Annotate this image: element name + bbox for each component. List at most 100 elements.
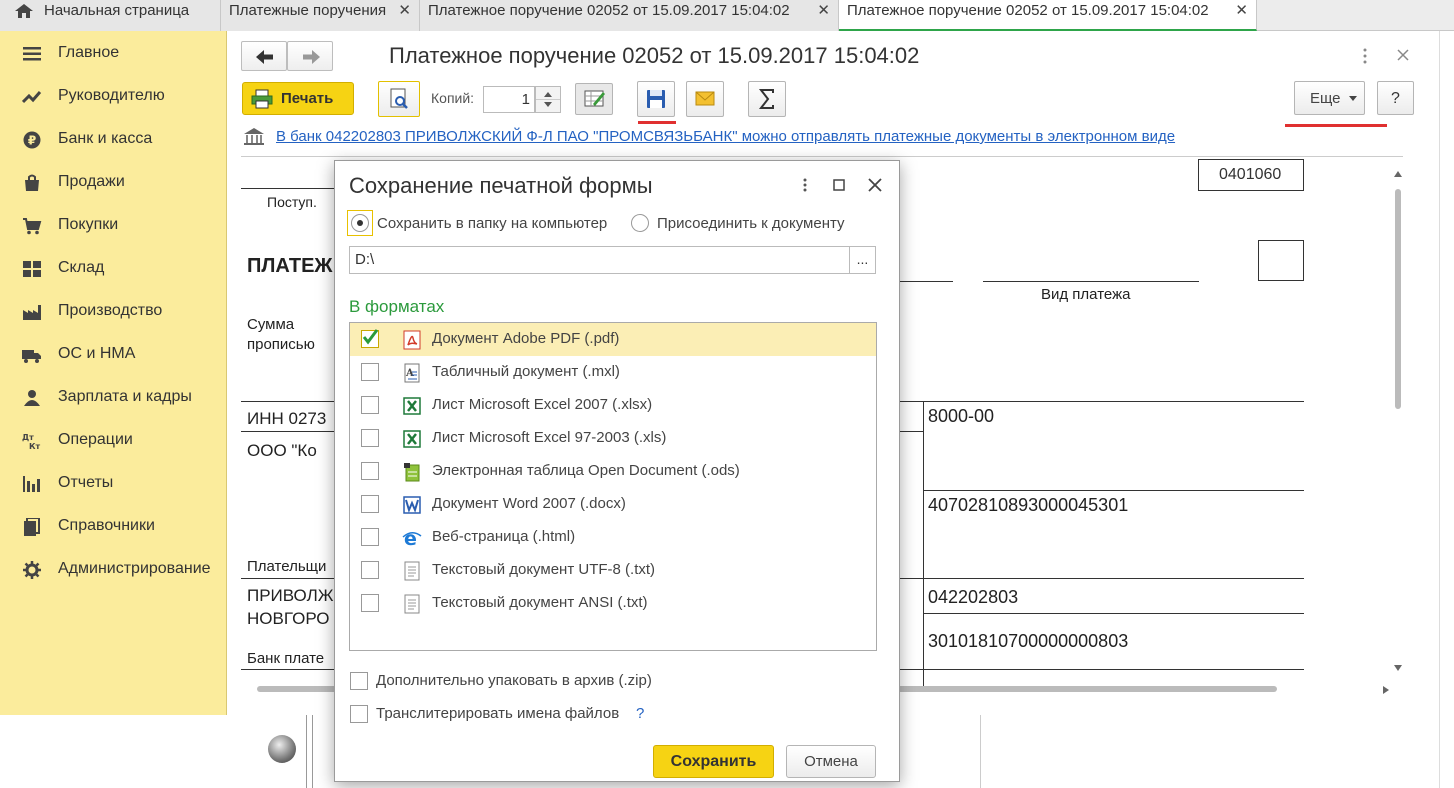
save-folder-label: Сохранить в папку на компьютер <box>377 215 608 232</box>
format-row-mxl[interactable]: A Табличный документ (.mxl) <box>350 356 876 389</box>
sidebar-item-operations[interactable]: Дт Кт Операции <box>0 426 227 456</box>
highlight-underline <box>638 121 676 124</box>
save-folder-radio[interactable] <box>351 214 369 232</box>
close-icon[interactable]: ✕ <box>817 0 830 22</box>
format-checkbox[interactable] <box>361 462 379 480</box>
sidebar-item-catalogs[interactable]: Справочники <box>0 512 227 542</box>
close-icon[interactable] <box>866 176 884 194</box>
maximize-icon[interactable] <box>830 176 848 194</box>
format-checkbox[interactable] <box>361 561 379 579</box>
formats-list: Документ Adobe PDF (.pdf) A Табличный до… <box>349 322 877 651</box>
edit-button[interactable] <box>575 83 613 115</box>
sidebar-item-label: Справочники <box>58 517 155 534</box>
background-panel <box>1439 31 1454 788</box>
help-button[interactable]: ? <box>1377 81 1414 115</box>
save-to-file-button[interactable] <box>637 81 675 117</box>
copies-label: Копий: <box>431 90 475 106</box>
more-vertical-icon[interactable] <box>796 176 814 194</box>
sidebar-item-label: Склад <box>58 259 105 276</box>
scroll-thumb[interactable] <box>1395 189 1401 409</box>
format-row-docx[interactable]: Документ Word 2007 (.docx) <box>350 488 876 521</box>
truck-icon <box>22 350 41 363</box>
bank-electronic-link[interactable]: В банк 042202803 ПРИВОЛЖСКИЙ Ф-Л ПАО "ПР… <box>276 128 1175 145</box>
zip-label: Дополнительно упаковать в архив (.zip) <box>376 672 652 689</box>
amount-value: 8000-00 <box>928 406 995 426</box>
more-button[interactable]: Еще <box>1294 81 1365 115</box>
browse-button[interactable]: ... <box>849 246 876 274</box>
send-email-button[interactable] <box>686 81 724 117</box>
format-checkbox[interactable] <box>361 363 379 381</box>
cancel-button[interactable]: Отмена <box>786 745 876 778</box>
sidebar-item-sales[interactable]: Продажи <box>0 168 227 198</box>
scroll-up-icon <box>1394 171 1402 177</box>
payer-inn: ИНН 0273 <box>247 409 327 428</box>
sidebar-item-admin[interactable]: Администрирование <box>0 555 227 585</box>
home-icon <box>15 4 33 18</box>
sidebar-item-bank[interactable]: ₽ Банк и касса <box>0 125 227 155</box>
tab-payment-orders[interactable]: Платежные поручения ✕ <box>221 0 420 31</box>
tab-payment-order-active[interactable]: Платежное поручение 02052 от 15.09.2017 … <box>839 0 1257 31</box>
divider <box>312 715 313 788</box>
format-row-xlsx[interactable]: Лист Microsoft Excel 2007 (.xlsx) <box>350 389 876 422</box>
print-button[interactable]: Печать <box>242 82 354 115</box>
tab-payment-order-1[interactable]: Платежное поручение 02052 от 15.09.2017 … <box>420 0 839 31</box>
payer-label: Плательщи <box>247 558 327 575</box>
back-button[interactable] <box>241 41 287 71</box>
copies-stepper[interactable] <box>535 86 561 113</box>
close-icon[interactable]: ✕ <box>1235 0 1248 22</box>
zip-checkbox[interactable] <box>350 672 368 690</box>
translit-checkbox[interactable] <box>350 705 368 723</box>
forward-button[interactable] <box>287 41 333 71</box>
sidebar-item-production[interactable]: Производство <box>0 297 227 327</box>
preview-icon <box>390 88 408 109</box>
bik-value: 042202803 <box>928 587 1019 607</box>
divider <box>923 490 1304 491</box>
bank-name-2: НОВГОРО <box>247 609 330 628</box>
preview-button[interactable] <box>378 81 420 117</box>
highlight-underline <box>1285 124 1387 127</box>
sidebar-item-manager[interactable]: Руководителю <box>0 82 227 112</box>
format-checkbox[interactable] <box>361 594 379 612</box>
sum-button[interactable] <box>748 81 786 117</box>
format-row-txt-ansi[interactable]: Текстовый документ ANSI (.txt) <box>350 587 876 620</box>
copies-field[interactable]: 1 <box>483 86 535 113</box>
tab-home[interactable]: Начальная страница <box>0 0 221 31</box>
format-row-html[interactable]: e Веб-страница (.html) <box>350 521 876 554</box>
sidebar-item-label: Производство <box>58 302 163 319</box>
copies-value: 1 <box>521 91 530 108</box>
format-row-pdf[interactable]: Документ Adobe PDF (.pdf) <box>350 323 876 356</box>
sidebar-item-assets[interactable]: ОС и НМА <box>0 340 227 370</box>
sidebar-item-label: ОС и НМА <box>58 345 136 362</box>
format-row-xls[interactable]: Лист Microsoft Excel 97-2003 (.xls) <box>350 422 876 455</box>
save-button[interactable]: Сохранить <box>653 745 774 778</box>
attach-radio[interactable] <box>631 214 649 232</box>
more-vertical-icon[interactable] <box>1362 48 1368 64</box>
format-checkbox[interactable] <box>361 429 379 447</box>
sidebar-item-purchases[interactable]: Покупки <box>0 211 227 241</box>
close-icon[interactable]: ✕ <box>398 0 411 22</box>
sidebar-item-reports[interactable]: Отчеты <box>0 469 227 499</box>
format-row-txt-utf8[interactable]: Текстовый документ UTF-8 (.txt) <box>350 554 876 587</box>
excel-icon <box>403 430 421 448</box>
format-checkbox[interactable] <box>361 495 379 513</box>
form-code: 0401060 <box>1219 166 1282 183</box>
format-row-ods[interactable]: Электронная таблица Open Document (.ods) <box>350 455 876 488</box>
checkmark-icon <box>362 329 379 345</box>
format-label: Электронная таблица Open Document (.ods) <box>432 462 740 479</box>
svg-text:₽: ₽ <box>28 134 36 148</box>
folder-path-field[interactable]: D:\ <box>349 246 850 274</box>
sidebar-item-main[interactable]: Главное <box>0 39 227 69</box>
close-icon[interactable] <box>1397 49 1409 61</box>
format-checkbox[interactable] <box>361 396 379 414</box>
factory-icon <box>23 305 41 320</box>
bag-icon <box>25 174 39 191</box>
format-checkbox[interactable] <box>361 329 379 348</box>
format-checkbox[interactable] <box>361 528 379 546</box>
translit-help-link[interactable]: ? <box>636 705 644 722</box>
divider <box>923 613 1304 614</box>
sidebar-item-warehouse[interactable]: Склад <box>0 254 227 284</box>
vertical-scrollbar[interactable] <box>1391 171 1405 681</box>
word-icon <box>403 496 421 514</box>
sidebar-item-label: Продажи <box>58 173 125 190</box>
sidebar-item-salary[interactable]: Зарплата и кадры <box>0 383 227 413</box>
